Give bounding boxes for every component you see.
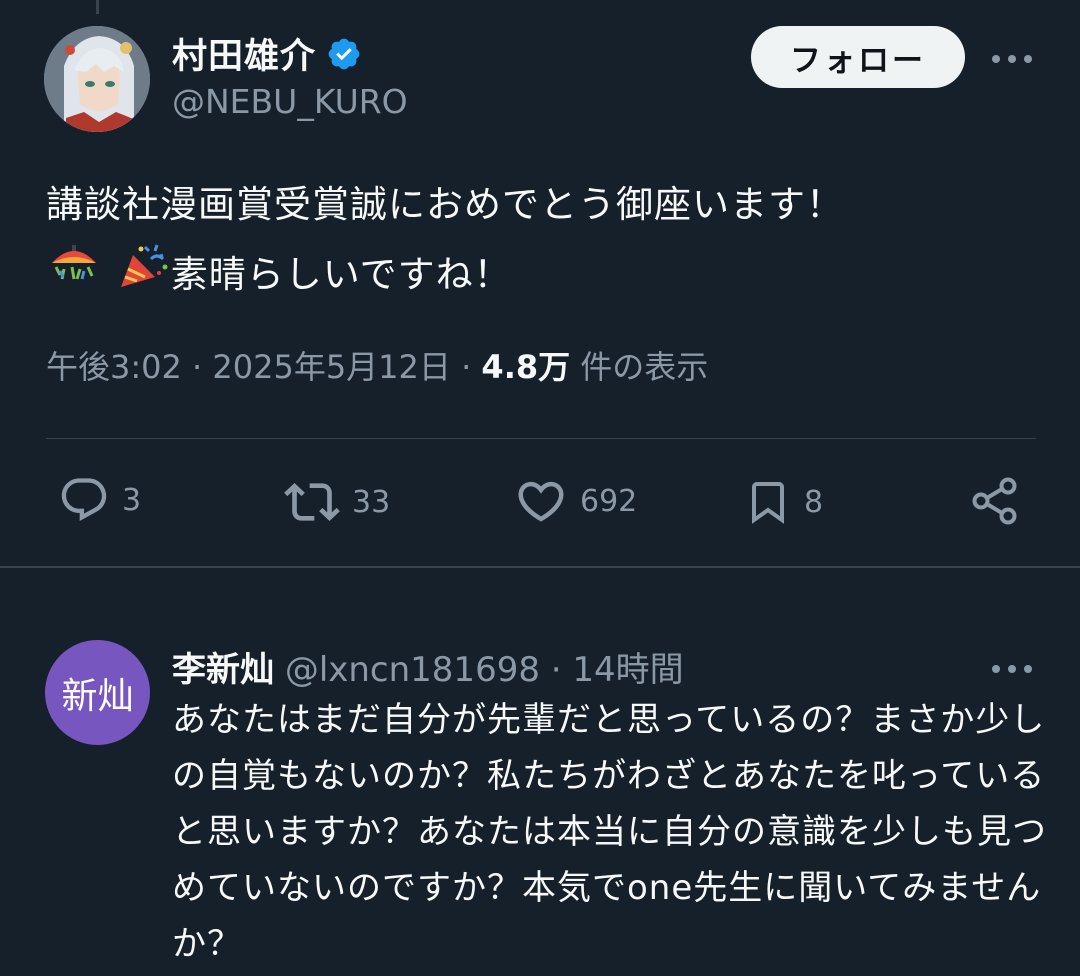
- tweet-timestamp[interactable]: 午後3:02 · 2025年5月12日 ·: [46, 348, 481, 386]
- reply-more-icon[interactable]: [992, 662, 1032, 676]
- bookmark-icon: [752, 482, 784, 524]
- reply-button[interactable]: 3: [58, 474, 141, 526]
- author-name-row: 村田雄介: [172, 28, 362, 79]
- bookmark-count: 8: [804, 484, 824, 520]
- tweet-text-line-1: 講談社漫画賞受賞誠におめでとう御座います！: [46, 183, 844, 226]
- like-button[interactable]: 692: [514, 474, 637, 528]
- reply-header: 李新灿 @lxncn181698 · 14時間: [172, 642, 684, 691]
- share-button[interactable]: [968, 474, 1022, 528]
- reply-text: あなたはまだ自分が先輩だと思っているの？まさか少しの自覚もないのか？私たちがわざ…: [172, 700, 1047, 964]
- tweet-meta: 午後3:02 · 2025年5月12日 · 4.8万 件の表示: [46, 342, 708, 388]
- tweet-text-line-2: 素晴らしいですね！: [46, 240, 1046, 312]
- tweet-text-line-2-content: 素晴らしいですね！: [170, 253, 512, 296]
- confetti-ball-icon: [46, 241, 102, 312]
- author-handle[interactable]: @NEBU_KURO: [172, 82, 408, 121]
- reply-icon: [61, 478, 107, 522]
- reply-author-name[interactable]: 李新灿: [172, 650, 274, 690]
- view-count-label: 件の表示: [570, 348, 709, 386]
- share-icon: [972, 477, 1017, 525]
- tweet-text: 講談社漫画賞受賞誠におめでとう御座います！ 素晴らしいですね！: [46, 170, 1046, 312]
- follow-button[interactable]: フォロー: [751, 26, 965, 88]
- retweet-count: 33: [352, 484, 391, 520]
- more-icon[interactable]: [992, 52, 1032, 66]
- bookmark-button[interactable]: 8: [744, 474, 823, 530]
- author-avatar[interactable]: [44, 26, 150, 132]
- reply-count: 3: [122, 482, 142, 518]
- view-count: 4.8万: [481, 348, 571, 386]
- party-popper-icon: [115, 241, 171, 312]
- thread-line: [96, 0, 99, 14]
- reply-author-avatar[interactable]: 新灿: [45, 640, 150, 745]
- like-icon: [518, 481, 564, 522]
- section-divider: [0, 566, 1080, 568]
- meta-divider: [46, 438, 1036, 439]
- like-count: 692: [580, 483, 638, 519]
- retweet-icon: [284, 483, 340, 521]
- reply-author-handle[interactable]: @lxncn181698 · 14時間: [285, 650, 684, 690]
- author-display-name[interactable]: 村田雄介: [172, 28, 316, 79]
- retweet-button[interactable]: 33: [284, 474, 390, 530]
- verified-badge-icon: [326, 36, 362, 72]
